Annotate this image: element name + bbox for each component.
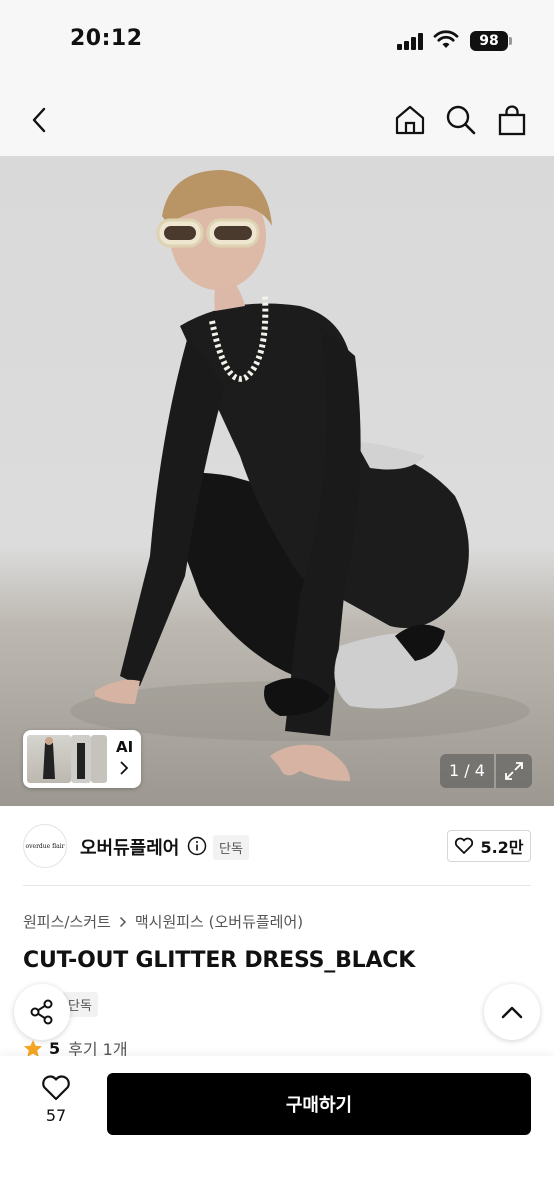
brand-like-count: 5.2만 [480, 838, 524, 857]
page-indicator: 1 / 4 [440, 754, 494, 788]
exclusive-badge: 단독 [213, 835, 249, 860]
product-image[interactable] [0, 156, 554, 806]
brand-logo[interactable]: overdue flair [23, 824, 67, 868]
share-button[interactable] [14, 984, 70, 1040]
heart-icon [42, 1075, 70, 1101]
shopping-bag-icon[interactable] [494, 102, 530, 138]
brand-logo-text: overdue flair [25, 842, 65, 850]
back-icon[interactable] [22, 102, 58, 138]
expand-icon[interactable] [496, 754, 532, 788]
status-time: 20:12 [70, 26, 143, 51]
brand-like-button[interactable]: 5.2만 [447, 830, 531, 862]
rating-score: 5 [49, 1038, 61, 1058]
breadcrumb-item[interactable]: 원피스/스커트 [23, 911, 111, 932]
share-icon [30, 999, 53, 1025]
thumbnail-image [91, 735, 107, 783]
thumbnail-image [27, 735, 71, 783]
chevron-right-icon [119, 916, 127, 928]
chevron-up-icon [501, 1006, 523, 1019]
ai-label: AI [116, 738, 134, 756]
divider [23, 885, 531, 886]
model-photo [70, 170, 530, 781]
breadcrumb-item[interactable]: 맥시원피스 (오버듀플레어) [135, 911, 303, 932]
status-bar: 20:12 98 [0, 0, 554, 84]
buy-button[interactable]: 구매하기 [107, 1073, 531, 1135]
chevron-right-icon [120, 761, 129, 775]
star-icon [24, 1039, 42, 1057]
cellular-signal-icon [397, 33, 425, 50]
breadcrumb: 원피스/스커트 맥시원피스 (오버듀플레어) [23, 911, 303, 932]
search-icon[interactable] [443, 102, 479, 138]
wishlist-button[interactable]: 57 [26, 1074, 86, 1134]
brand-name[interactable]: 오버듀플레어 [80, 834, 179, 860]
thumbnail-image [71, 735, 91, 783]
heart-icon [455, 837, 474, 854]
scroll-top-button[interactable] [484, 984, 540, 1040]
battery-icon: 98 [470, 31, 508, 51]
battery-nub [509, 37, 512, 45]
wifi-icon [433, 30, 459, 48]
home-icon[interactable] [392, 102, 428, 138]
wishlist-count: 57 [45, 1106, 67, 1125]
product-title: CUT-OUT GLITTER DRESS_BLACK [23, 948, 416, 973]
nav-bar [0, 84, 554, 156]
ai-thumbnail-card[interactable]: AI [23, 730, 141, 788]
info-icon[interactable] [187, 836, 207, 856]
bottom-bar: 57 구매하기 [0, 1056, 554, 1200]
